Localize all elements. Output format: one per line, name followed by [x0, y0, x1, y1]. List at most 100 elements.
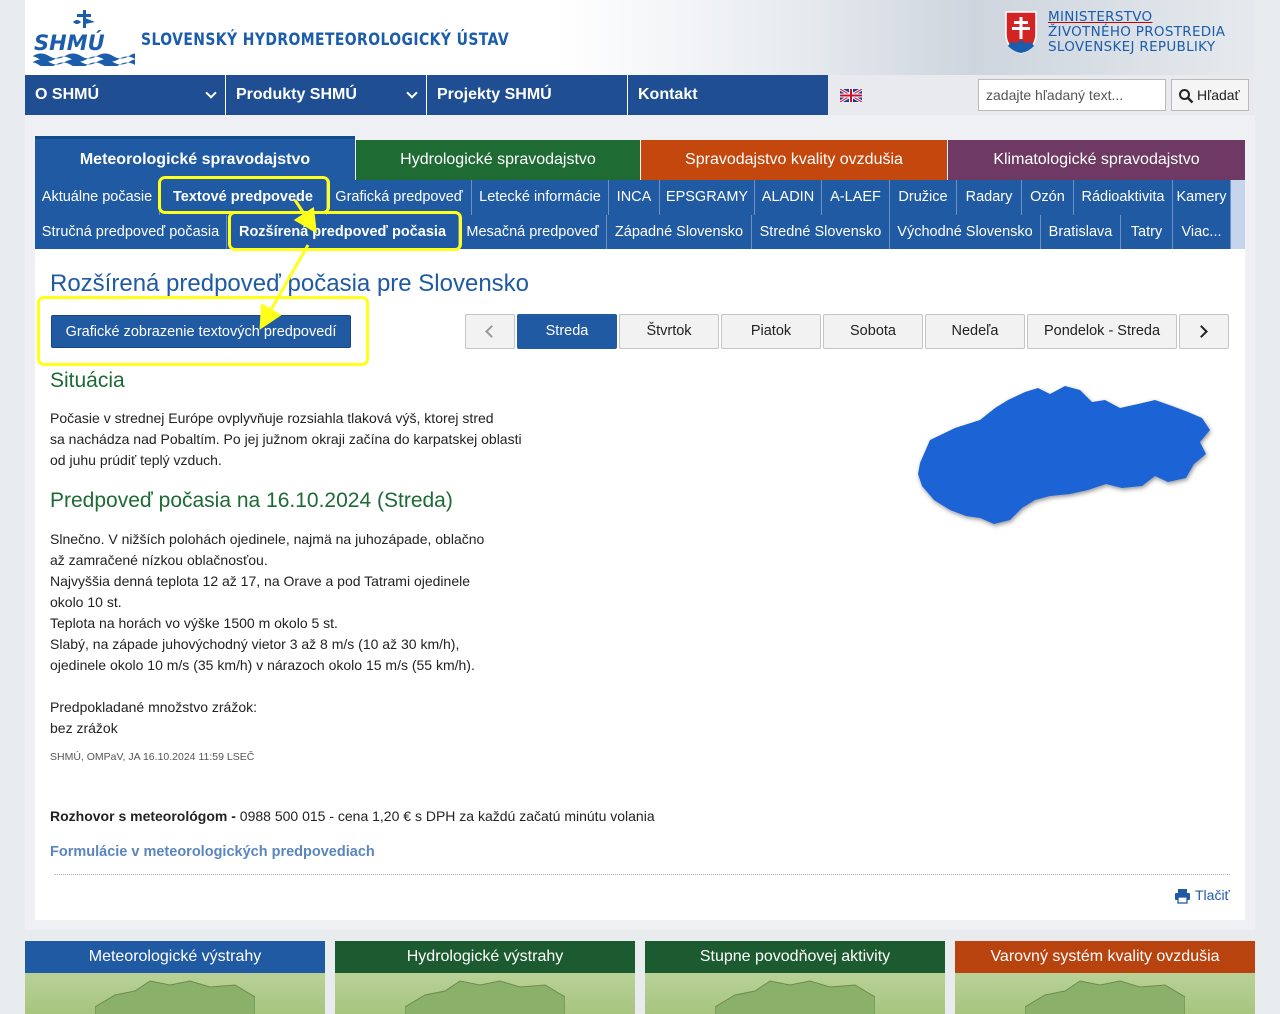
subnav-tatry[interactable]: Tatry — [1121, 215, 1173, 250]
situation-line: sa nachádza nad Pobaltím. Po jej južnom … — [50, 431, 522, 447]
subnav-letecke-informacie[interactable]: Letecké informácie — [472, 180, 609, 215]
subnav-druzice[interactable]: Družice — [890, 180, 957, 215]
box-title: Meteorologické výstrahy — [25, 941, 325, 973]
nav-item-kontakt[interactable]: Kontakt — [628, 75, 828, 115]
precipitation-text: Predpokladané množstvo zrážok: bez zrážo… — [50, 697, 257, 739]
nav-item-projekty[interactable]: Projekty SHMÚ — [427, 75, 628, 115]
box-title: Varovný systém kvality ovzdušia — [955, 941, 1255, 973]
slovakia-map-icon — [405, 980, 565, 1014]
search-icon — [1179, 89, 1194, 104]
subnav-epsgramy[interactable]: EPSGRAMY — [660, 180, 755, 215]
subnav-ozon[interactable]: Ozón — [1022, 180, 1074, 215]
day-tab-pondelok-streda[interactable]: Pondelok - Streda — [1027, 314, 1177, 349]
ministry-line2: ŽIVOTNÉHO PROSTREDIA — [1048, 24, 1226, 40]
ministry-line1: MINISTERSTVO — [1048, 9, 1153, 25]
situation-line: Počasie v strednej Európe ovplyvňuje roz… — [50, 410, 494, 426]
tab-meteorological[interactable]: Meteorologické spravodajstvo — [35, 136, 355, 180]
slovakia-map-icon — [95, 980, 255, 1014]
situation-line: od juhu prúdiť teplý vzduch. — [50, 452, 222, 468]
day-tab-streda[interactable]: Streda — [517, 314, 617, 349]
prev-day-button[interactable] — [465, 314, 515, 349]
forecast-line: Najvyššia denná teplota 12 až 17, na Ora… — [50, 573, 471, 589]
box-air-quality-warnings[interactable]: Varovný systém kvality ovzdušia — [955, 941, 1255, 1014]
warning-map-thumbnail — [955, 973, 1255, 1014]
box-hydrological-warnings[interactable]: Hydrologické výstrahy — [335, 941, 635, 1014]
box-flood-activity[interactable]: Stupne povodňovej aktivity — [645, 941, 945, 1014]
forecast-line: ojedinele okolo 10 m/s (35 km/h) v náraz… — [50, 657, 475, 673]
day-tab-stvrtok[interactable]: Štvrtok — [619, 314, 719, 349]
subnav-a-laef[interactable]: A-LAEF — [822, 180, 890, 215]
subnav-row-2: Stručná predpoveď počasia Rozšírená pred… — [35, 215, 1245, 250]
main-nav: O SHMÚ Produkty SHMÚ Projekty SHMÚ Konta… — [25, 75, 1255, 115]
warning-map-thumbnail — [25, 973, 325, 1014]
situation-text: Počasie v strednej Európe ovplyvňuje roz… — [50, 408, 522, 471]
subnav-zapadne-slovensko[interactable]: Západné Slovensko — [607, 215, 752, 250]
chevron-down-icon — [205, 87, 217, 99]
day-tab-nedela[interactable]: Nedeľa — [925, 314, 1025, 349]
precipitation-label: Predpokladané množstvo zrážok: — [50, 699, 257, 715]
ministry-crest-icon — [1005, 11, 1037, 54]
site-title[interactable]: SLOVENSKÝ HYDROMETEOROLOGICKÝ ÚSTAV — [141, 30, 509, 50]
nav-item-label: Produkty SHMÚ — [236, 86, 357, 103]
forecast-text: Slnečno. V nižších polohách ojedinele, n… — [50, 529, 484, 676]
tab-air-quality[interactable]: Spravodajstvo kvality ovzdušia — [641, 140, 947, 182]
subnav-radioaktivita[interactable]: Rádioaktivita — [1074, 180, 1173, 215]
subnav-bratislava[interactable]: Bratislava — [1041, 215, 1121, 250]
subnav-row-end — [1231, 215, 1245, 250]
day-tab-piatok[interactable]: Piatok — [721, 314, 821, 349]
forecast-line: až zamračené nízkou oblačnosťou. — [50, 552, 268, 568]
forecast-line: Slabý, na západe juhovýchodný vietor 3 a… — [50, 636, 460, 652]
site-header: SHMÚ SLOVENSKÝ HYDROMETEOROLOGICKÝ ÚSTAV… — [25, 0, 1255, 75]
next-day-button[interactable] — [1179, 314, 1229, 349]
print-link[interactable]: Tlačiť — [1174, 887, 1230, 904]
subnav-mesacna-predpoved[interactable]: Mesačná predpoveď — [459, 215, 607, 250]
formulations-link[interactable]: Formulácie v meteorologických predpovedi… — [50, 844, 375, 860]
print-label: Tlačiť — [1195, 887, 1230, 903]
ministry-line3: SLOVENSKEJ REPUBLIKY — [1048, 39, 1216, 55]
subnav-strucna-predpoved[interactable]: Stručná predpoveď počasia — [35, 215, 227, 250]
divider — [55, 874, 1230, 875]
uk-flag-icon[interactable] — [840, 89, 862, 102]
forecast-heading: Predpoveď počasia na 16.10.2024 (Streda) — [50, 489, 453, 512]
search-input[interactable] — [978, 79, 1166, 111]
subnav-kamery[interactable]: Kamery — [1173, 180, 1231, 215]
subnav-graficka-predpoved[interactable]: Grafická predpoveď — [327, 180, 472, 215]
nav-item-label: O SHMÚ — [35, 86, 99, 103]
subnav-rozsirena-predpoved[interactable]: Rozšírená predpoveď počasia — [227, 215, 459, 250]
warning-map-thumbnail — [335, 973, 635, 1014]
nav-item-label: Projekty SHMÚ — [437, 86, 552, 103]
lang-search-area: Hľadať — [828, 75, 1255, 115]
search-button[interactable]: Hľadať — [1171, 79, 1249, 111]
subnav-viac[interactable]: Viac... — [1173, 215, 1231, 250]
subnav-textove-predpovede[interactable]: Textové predpovede — [160, 180, 327, 215]
chevron-left-icon — [485, 325, 498, 338]
printer-icon — [1175, 889, 1190, 904]
search-button-label: Hľadať — [1197, 87, 1240, 103]
tab-climatological[interactable]: Klimatologické spravodajstvo — [948, 140, 1245, 182]
precipitation-value: bez zrážok — [50, 720, 118, 736]
hotline-text: 0988 500 015 - cena 1,20 € s DPH za každ… — [235, 808, 655, 824]
tab-hydrological[interactable]: Hydrologické spravodajstvo — [356, 140, 640, 182]
day-tab-sobota[interactable]: Sobota — [823, 314, 923, 349]
slovakia-map-icon — [918, 386, 1210, 524]
subnav-aktualne-pocasie[interactable]: Aktuálne počasie — [35, 180, 160, 215]
hotline-label: Rozhovor s meteorológom - — [50, 808, 236, 824]
subnav-inca[interactable]: INCA — [609, 180, 660, 215]
subnav-row-1: Aktuálne počasie Textové predpovede Graf… — [35, 180, 1245, 215]
ministry-text: MINISTERSTVO ŽIVOTNÉHO PROSTREDIA SLOVEN… — [1048, 10, 1225, 55]
subnav-stredne-slovensko[interactable]: Stredné Slovensko — [752, 215, 890, 250]
subnav-radary[interactable]: Radary — [957, 180, 1022, 215]
nav-item-o-shmu[interactable]: O SHMÚ — [25, 75, 226, 115]
shmu-logo-icon[interactable]: SHMÚ — [33, 8, 135, 66]
box-title: Hydrologické výstrahy — [335, 941, 635, 973]
chevron-right-icon — [1195, 325, 1208, 338]
forecast-line: Slnečno. V nižších polohách ojedinele, n… — [50, 531, 485, 547]
box-meteorological-warnings[interactable]: Meteorologické výstrahy — [25, 941, 325, 1014]
nav-item-label: Kontakt — [638, 86, 698, 103]
subnav-aladin[interactable]: ALADIN — [755, 180, 822, 215]
subnav-vychodne-slovensko[interactable]: Východné Slovensko — [890, 215, 1041, 250]
warning-map-thumbnail — [645, 973, 945, 1014]
graphical-display-button[interactable]: Grafické zobrazenie textových predpovedí — [51, 315, 351, 348]
nav-item-produkty[interactable]: Produkty SHMÚ — [226, 75, 427, 115]
forecast-line: okolo 10 st. — [50, 594, 122, 610]
